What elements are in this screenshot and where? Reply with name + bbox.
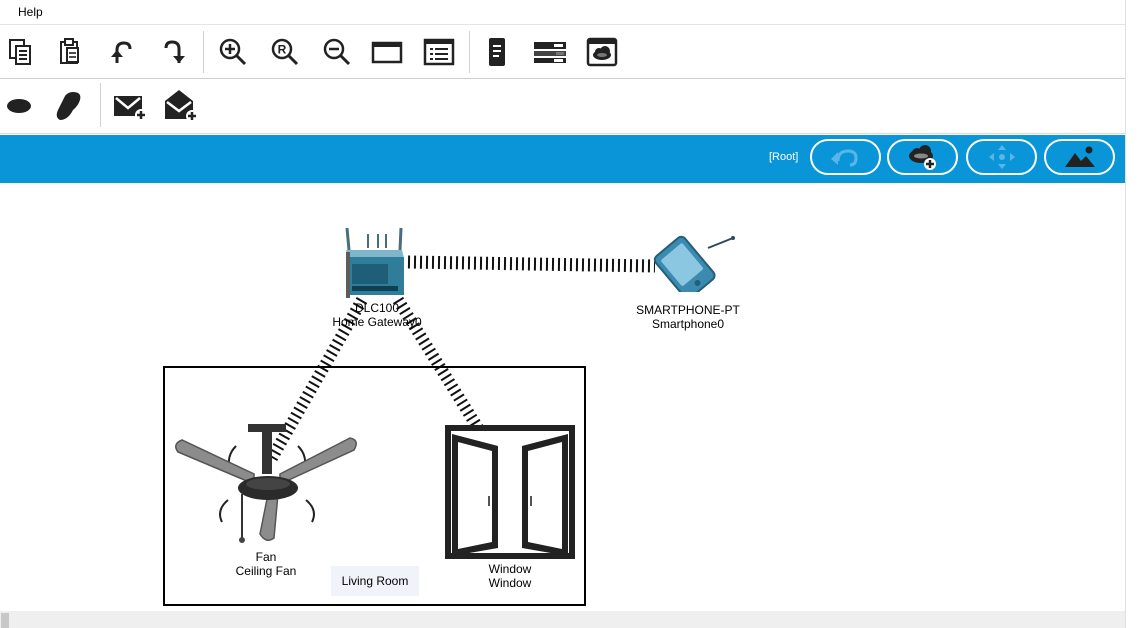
window-icon <box>445 425 575 559</box>
smartphone-device[interactable] <box>640 232 740 300</box>
home-gateway-icon <box>345 227 404 298</box>
right-panel-edge <box>1125 0 1141 628</box>
horizontal-scrollbar[interactable] <box>0 611 1125 628</box>
smartphone-model: SMARTPHONE-PT <box>636 303 740 317</box>
home-gateway-device[interactable] <box>340 224 410 302</box>
smartphone-name: Smartphone0 <box>651 317 725 331</box>
window-name: Window <box>488 576 532 590</box>
smartphone-label: SMARTPHONE-PT Smartphone0 <box>626 303 750 331</box>
window-label: Window Window <box>470 562 550 590</box>
ceiling-fan-label: Fan Ceiling Fan <box>224 550 308 578</box>
living-room-label[interactable]: Living Room <box>331 566 419 596</box>
ceiling-fan-name: Ceiling Fan <box>235 564 297 578</box>
window-device[interactable] <box>444 424 576 560</box>
window-model: Window <box>488 562 532 576</box>
horizontal-scrollbar-thumb[interactable] <box>1 613 9 628</box>
home-gateway-name: Home Gateway0 <box>332 315 422 329</box>
home-gateway-model: DLC100 <box>354 301 400 315</box>
ceiling-fan-model: Fan <box>255 550 277 564</box>
ceiling-fan-icon <box>175 424 357 543</box>
wireless-link-gateway-smartphone <box>407 255 656 273</box>
smartphone-icon <box>653 235 735 300</box>
home-gateway-label: DLC100 Home Gateway0 <box>322 301 432 329</box>
ceiling-fan-device[interactable] <box>172 422 362 546</box>
